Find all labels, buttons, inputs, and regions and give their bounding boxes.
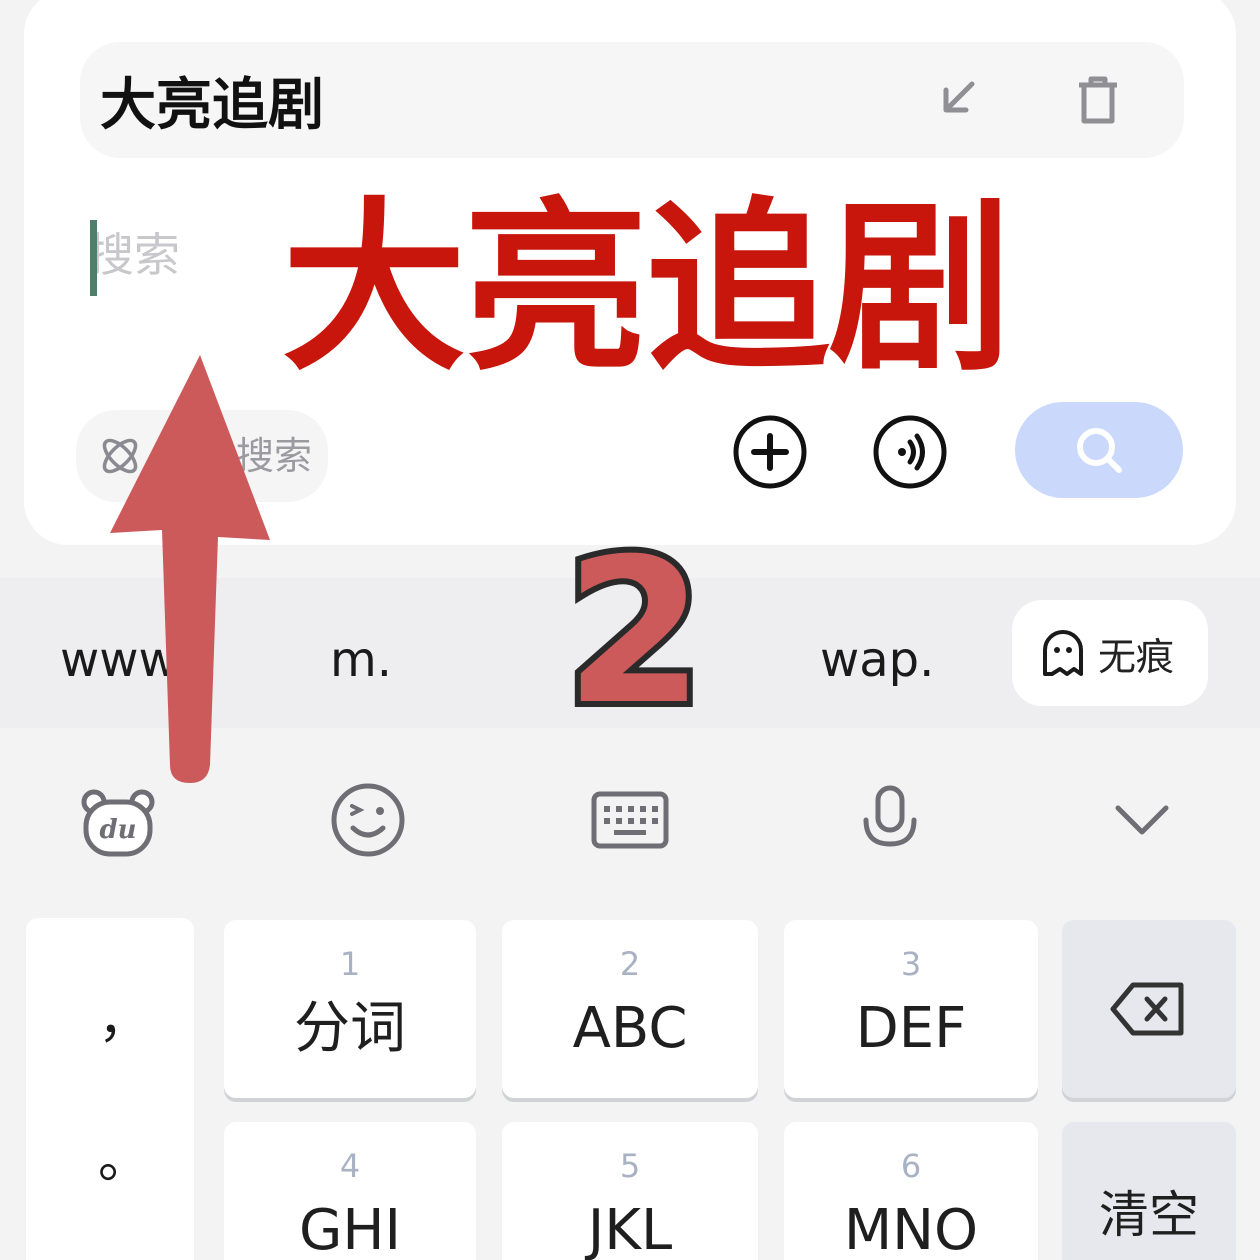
key-4[interactable]: 4 GHI	[224, 1122, 476, 1260]
svg-text:du: du	[99, 815, 136, 845]
key-number: 2	[619, 945, 641, 983]
du-bear-icon: du	[81, 789, 155, 857]
voice-input-button[interactable]	[850, 780, 930, 860]
incognito-label: 无痕	[1098, 634, 1175, 679]
ghost-icon	[1043, 630, 1083, 676]
key-5[interactable]: 5 JKL	[502, 1122, 758, 1260]
step-number-badge: 2	[559, 516, 710, 749]
chevron-down-icon	[1115, 805, 1169, 835]
key-1[interactable]: 1 分词	[224, 920, 476, 1098]
key-label: JKL	[587, 1198, 673, 1260]
key-label: DEF	[855, 996, 967, 1061]
suggestion-m[interactable]: m.	[330, 630, 392, 690]
key-3[interactable]: 3 DEF	[784, 920, 1038, 1098]
period-key[interactable]: 。	[98, 1130, 150, 1190]
annotation-title: 大亮追剧	[282, 182, 1012, 396]
sound-wave-icon	[873, 415, 947, 489]
keyboard-switch-button[interactable]	[590, 780, 670, 860]
key-number: 3	[900, 945, 922, 983]
emoji-button[interactable]	[328, 780, 408, 860]
plus-circle-icon	[731, 413, 809, 491]
text-caret	[90, 220, 97, 296]
key-label: 分词	[294, 996, 406, 1061]
key-number: 6	[900, 1147, 922, 1185]
microphone-icon	[863, 785, 917, 847]
delete-button[interactable]	[1070, 70, 1126, 130]
backspace-icon	[1110, 982, 1184, 1036]
annotation-arrow-up-icon	[110, 355, 270, 783]
key-number: 4	[339, 1147, 361, 1185]
key-number: 5	[619, 1147, 641, 1185]
key-6[interactable]: 6 MNO	[784, 1122, 1038, 1260]
punctuation-column	[26, 918, 194, 1260]
key-label: GHI	[298, 1198, 402, 1260]
comma-key[interactable]: ，	[98, 990, 150, 1050]
suggestion-wap[interactable]: wap.	[820, 630, 934, 690]
clear-label: 清空	[1099, 1186, 1199, 1244]
backspace-key[interactable]	[1062, 920, 1236, 1098]
emoji-wink-icon	[331, 783, 405, 857]
key-label: ABC	[572, 996, 688, 1061]
key-2[interactable]: 2 ABC	[502, 920, 758, 1098]
du-button[interactable]: du	[78, 780, 158, 860]
arrow-down-left-icon	[943, 81, 975, 113]
search-button[interactable]	[1015, 402, 1183, 498]
key-label: MNO	[843, 1198, 979, 1260]
add-button[interactable]	[730, 412, 810, 492]
hide-keyboard-button[interactable]	[1102, 780, 1182, 860]
trash-icon	[1079, 76, 1117, 124]
sound-button[interactable]	[870, 412, 950, 492]
keyboard-icon	[591, 791, 669, 849]
key-number: 1	[339, 945, 361, 983]
incognito-button[interactable]: 无痕	[1012, 600, 1208, 706]
page-title: 大亮追剧	[100, 73, 324, 138]
collapse-button[interactable]	[930, 70, 986, 126]
clear-key[interactable]: 清空	[1062, 1122, 1236, 1260]
search-icon	[1077, 428, 1122, 473]
